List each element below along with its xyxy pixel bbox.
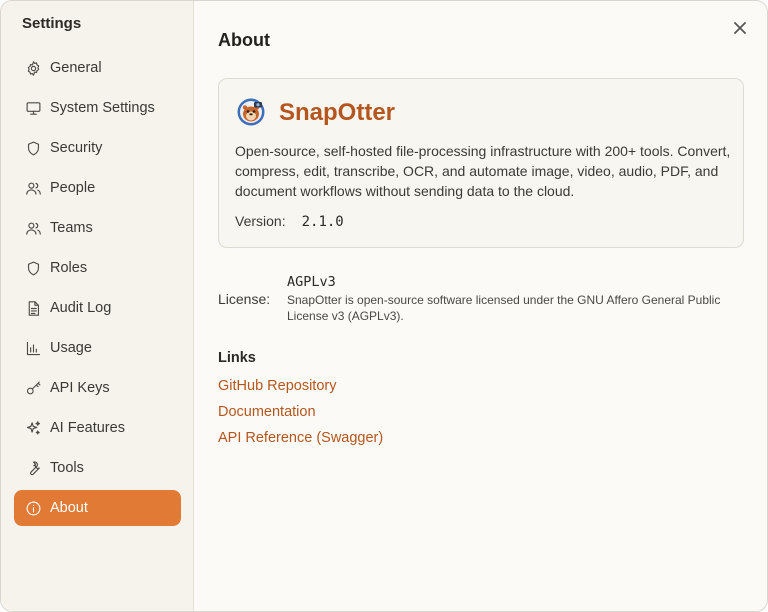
wrench-icon — [25, 460, 42, 477]
sidebar-item-label: System Settings — [50, 100, 155, 116]
bar-chart-icon — [25, 340, 42, 357]
sidebar-item-label: Audit Log — [50, 300, 112, 316]
sidebar-item-system-settings[interactable]: System Settings — [14, 90, 181, 126]
key-icon — [25, 380, 42, 397]
sidebar-title: Settings — [22, 15, 82, 32]
shield-icon — [25, 140, 42, 157]
sidebar-item-label: Security — [50, 140, 103, 156]
close-button[interactable] — [731, 19, 749, 37]
version-label: Version: — [235, 213, 286, 229]
sidebar-item-usage[interactable]: Usage — [14, 330, 181, 366]
github-repository-link[interactable]: GitHub Repository — [218, 378, 336, 394]
sidebar-item-teams[interactable]: Teams — [14, 210, 181, 246]
license-description: SnapOtter is open-source software licens… — [287, 293, 721, 323]
sidebar-item-label: Teams — [50, 220, 93, 236]
gear-icon — [25, 60, 42, 77]
users-icon — [25, 220, 42, 237]
sidebar-item-security[interactable]: Security — [14, 130, 181, 166]
sidebar-item-label: General — [50, 60, 102, 76]
sidebar-item-audit-log[interactable]: Audit Log — [14, 290, 181, 326]
sidebar-item-ai-features[interactable]: AI Features — [14, 410, 181, 446]
sidebar-item-label: Usage — [50, 340, 92, 356]
api-reference-link[interactable]: API Reference (Swagger) — [218, 430, 383, 446]
shield-icon — [25, 260, 42, 277]
settings-window: Settings General System Settings Securit… — [0, 0, 768, 612]
documentation-link[interactable]: Documentation — [218, 404, 316, 420]
sidebar: Settings General System Settings Securit… — [1, 1, 194, 611]
page-title: About — [218, 30, 270, 50]
sidebar-item-label: API Keys — [50, 380, 110, 396]
sidebar-item-label: Tools — [50, 460, 84, 476]
sidebar-item-people[interactable]: People — [14, 170, 181, 206]
snapotter-logo-icon — [237, 98, 265, 126]
sidebar-item-general[interactable]: General — [14, 50, 181, 86]
sidebar-item-tools[interactable]: Tools — [14, 450, 181, 486]
sidebar-item-label: AI Features — [50, 420, 125, 436]
version-value: 2.1.0 — [301, 214, 344, 230]
info-icon — [25, 500, 42, 517]
app-description: Open-source, self-hosted file-processing… — [235, 143, 731, 199]
sidebar-item-api-keys[interactable]: API Keys — [14, 370, 181, 406]
sparkles-icon — [25, 420, 42, 437]
sidebar-item-label: About — [50, 500, 88, 516]
document-icon — [25, 300, 42, 317]
version-row: Version: 2.1.0 — [235, 213, 344, 230]
license-label: License: — [218, 291, 271, 307]
sidebar-item-roles[interactable]: Roles — [14, 250, 181, 286]
sidebar-nav: General System Settings Security People — [14, 50, 181, 530]
monitor-icon — [25, 100, 42, 117]
sidebar-item-label: People — [50, 180, 96, 196]
app-info-card: SnapOtter Open-source, self-hosted file-… — [218, 78, 744, 248]
sidebar-item-about[interactable]: About — [14, 490, 181, 526]
license-name: AGPLv3 — [287, 274, 336, 290]
links-heading: Links — [218, 350, 256, 366]
sidebar-item-label: Roles — [50, 260, 88, 276]
app-name: SnapOtter — [279, 99, 396, 126]
close-icon — [734, 22, 746, 34]
users-icon — [25, 180, 42, 197]
main-content: About SnapOtter Open-source, self-hosted… — [194, 1, 767, 611]
